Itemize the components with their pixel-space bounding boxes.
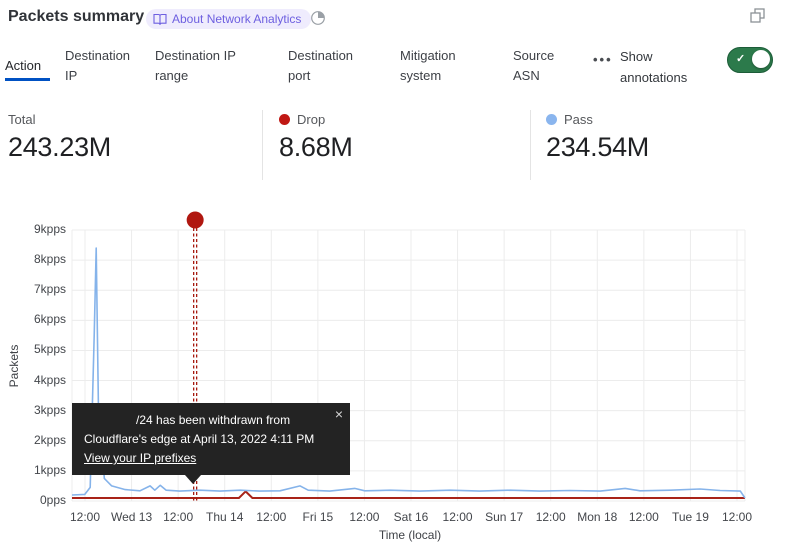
view-ip-prefixes-link[interactable]: View your IP prefixes xyxy=(84,451,196,465)
stat-pass: Pass 234.54M xyxy=(546,112,649,163)
more-tabs-icon[interactable]: ••• xyxy=(593,52,613,67)
show-annotations-label: Show annotations xyxy=(620,46,702,88)
stat-drop: Drop 8.68M xyxy=(279,112,353,163)
tab-label: Destination IP range xyxy=(155,48,236,83)
stat-label: Pass xyxy=(564,112,593,127)
pop-out-icon[interactable] xyxy=(749,7,767,25)
y-tick-label: 4kpps xyxy=(0,373,66,387)
active-tab-underline xyxy=(5,78,50,81)
stat-divider xyxy=(530,110,531,180)
page-title: Packets summary xyxy=(8,8,144,26)
badge-label: About Network Analytics xyxy=(172,12,301,26)
stat-value: 234.54M xyxy=(546,132,649,163)
stat-label: Drop xyxy=(297,112,325,127)
tooltip-arrow xyxy=(185,475,201,484)
show-annotations-toggle[interactable]: ✓ xyxy=(727,47,773,73)
annotation-tooltip: × /24 has been withdrawn from Cloudflare… xyxy=(72,403,350,475)
toggle-knob xyxy=(752,50,770,68)
y-tick-label: 5kpps xyxy=(0,342,66,356)
tab-label: Mitigation system xyxy=(400,48,456,83)
stat-label: Total xyxy=(8,112,35,127)
check-icon: ✓ xyxy=(736,52,745,65)
y-tick-label: 0pps xyxy=(0,493,66,507)
close-icon[interactable]: × xyxy=(335,407,343,421)
y-tick-label: 1kpps xyxy=(0,463,66,477)
tab-label: Action xyxy=(5,58,41,73)
tab-destination-ip[interactable]: Destination IP xyxy=(65,46,139,86)
annotation-dot[interactable] xyxy=(187,212,204,229)
y-tick-label: 7kpps xyxy=(0,282,66,296)
tab-mitigation-system[interactable]: Mitigation system xyxy=(400,46,472,86)
packets-summary-panel: Packets summary About Network Analytics … xyxy=(0,0,785,555)
x-axis-title: Time (local) xyxy=(345,528,475,542)
stat-total: Total 243.23M xyxy=(8,112,111,163)
tab-destination-ip-range[interactable]: Destination IP range xyxy=(155,46,247,86)
tab-label: Destination IP xyxy=(65,48,130,83)
drop-legend-dot xyxy=(279,114,290,125)
tooltip-message: /24 has been withdrawn from Cloudflare's… xyxy=(84,411,338,449)
tab-label: Source ASN xyxy=(513,48,554,83)
x-tick-label: 12:00 xyxy=(707,510,767,524)
about-network-analytics-badge[interactable]: About Network Analytics xyxy=(146,9,311,29)
time-scope-icon[interactable] xyxy=(310,10,326,26)
y-tick-label: 2kpps xyxy=(0,433,66,447)
y-tick-label: 8kpps xyxy=(0,252,66,266)
stat-value: 243.23M xyxy=(8,132,111,163)
tab-action[interactable]: Action xyxy=(5,56,41,76)
tab-label: Destination port xyxy=(288,48,353,83)
stat-divider xyxy=(262,110,263,180)
tab-destination-port[interactable]: Destination port xyxy=(288,46,366,86)
y-tick-label: 3kpps xyxy=(0,403,66,417)
book-icon xyxy=(153,13,167,25)
y-tick-label: 9kpps xyxy=(0,222,66,236)
stat-value: 8.68M xyxy=(279,132,353,163)
pass-legend-dot xyxy=(546,114,557,125)
y-tick-label: 6kpps xyxy=(0,312,66,326)
tab-source-asn[interactable]: Source ASN xyxy=(513,46,565,86)
